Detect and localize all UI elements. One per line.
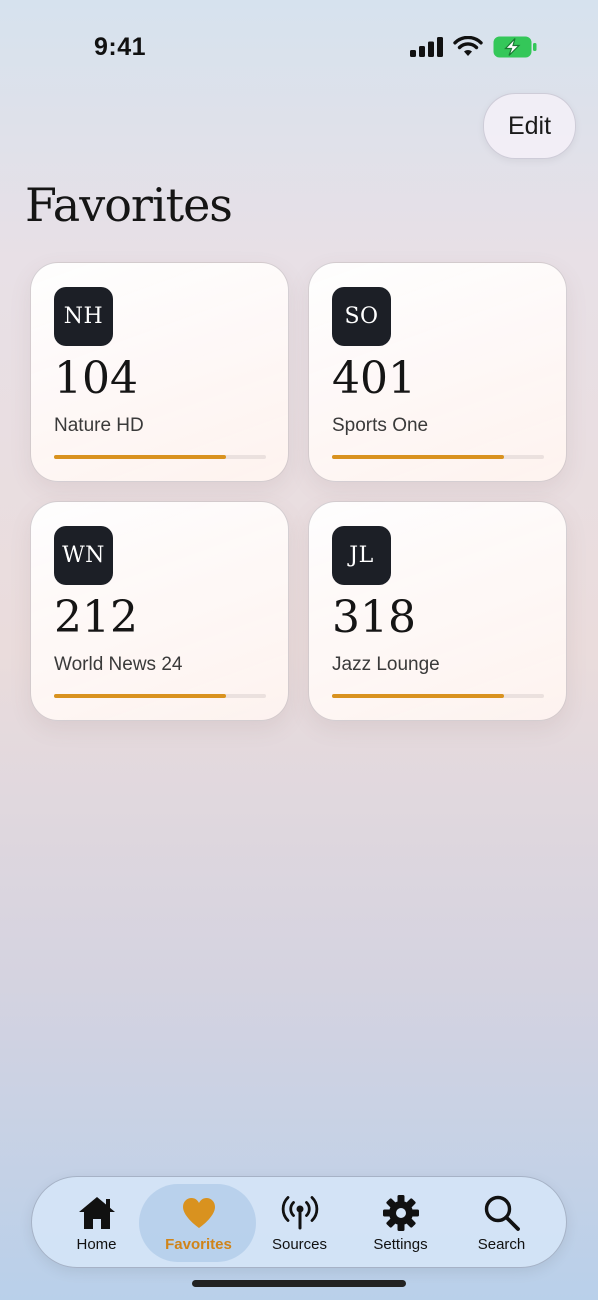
- channel-badge: JL: [332, 526, 391, 585]
- channel-name: World News 24: [54, 654, 183, 675]
- home-indicator[interactable]: [192, 1280, 406, 1287]
- progress-fill: [54, 455, 226, 459]
- channel-badge: WN: [54, 526, 113, 585]
- house-icon: [76, 1194, 118, 1232]
- tab-settings[interactable]: Settings: [350, 1177, 451, 1269]
- gear-icon: [380, 1194, 422, 1232]
- progress-fill: [332, 694, 504, 698]
- tab-favorites[interactable]: Favorites: [139, 1177, 256, 1269]
- tab-label: Sources: [271, 1235, 328, 1253]
- channel-number: 104: [54, 353, 138, 404]
- status-icons: [410, 36, 537, 58]
- channel-name: Nature HD: [54, 415, 144, 436]
- progress-bar: [332, 694, 544, 698]
- status-time: 9:41: [94, 33, 147, 61]
- channel-number: 212: [54, 592, 138, 643]
- tab-home[interactable]: Home: [46, 1177, 147, 1269]
- tab-label: Search: [477, 1235, 526, 1253]
- progress-bar: [54, 455, 266, 459]
- progress-fill: [54, 694, 226, 698]
- tab-label: Favorites: [165, 1235, 232, 1253]
- cellular-signal-icon: [410, 37, 443, 57]
- channel-card[interactable]: NH 104 Nature HD: [30, 262, 289, 482]
- tab-label: Home: [76, 1235, 117, 1253]
- channel-card[interactable]: SO 401 Sports One: [308, 262, 567, 482]
- channel-name: Jazz Lounge: [332, 654, 440, 675]
- channel-card[interactable]: WN 212 World News 24: [30, 501, 289, 721]
- tab-bar: Home Favorites Sources Settings Search: [31, 1176, 567, 1268]
- tab-search[interactable]: Search: [451, 1177, 552, 1269]
- search-icon: [481, 1194, 523, 1232]
- progress-bar: [332, 455, 544, 459]
- page-title: Favorites: [25, 178, 233, 232]
- progress-bar: [54, 694, 266, 698]
- tab-sources[interactable]: Sources: [249, 1177, 350, 1269]
- progress-fill: [332, 455, 504, 459]
- status-bar: 9:41: [0, 0, 598, 96]
- channel-card[interactable]: JL 318 Jazz Lounge: [308, 501, 567, 721]
- wifi-icon: [453, 36, 483, 56]
- battery-charging-icon: [493, 36, 537, 58]
- edit-button[interactable]: Edit: [483, 93, 576, 159]
- tab-label: Settings: [373, 1235, 428, 1253]
- channel-badge: NH: [54, 287, 113, 346]
- channel-number: 401: [332, 353, 416, 404]
- channel-name: Sports One: [332, 415, 429, 436]
- channel-badge: SO: [332, 287, 391, 346]
- heart-icon: [178, 1194, 220, 1232]
- antenna-icon: [279, 1194, 321, 1232]
- channel-number: 318: [332, 592, 416, 643]
